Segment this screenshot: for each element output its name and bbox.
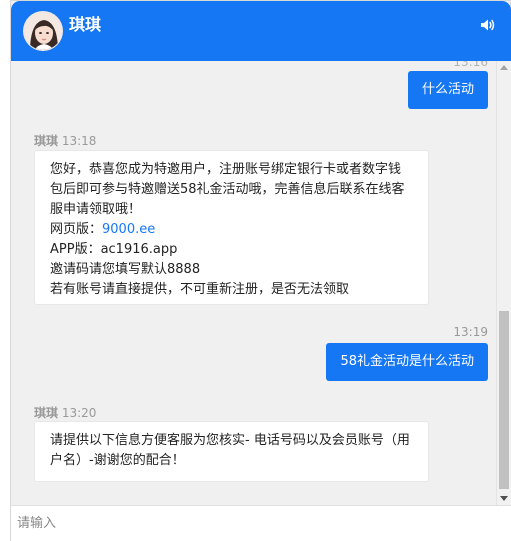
message-line: APP版：ac1916.app — [50, 242, 178, 257]
message-time: 13:19 — [453, 325, 488, 339]
incoming-message: 请提供以下信息方便客服为您核实- 电话号码以及会员账号（用 户名）-谢谢您的配合… — [34, 421, 429, 482]
outgoing-message: 58礼金活动是什么活动 — [326, 343, 488, 381]
message-line: 若有账号请直接提供，不可重新注册，是否无法领取 — [50, 282, 350, 297]
incoming-meta: 琪琪 13:18 — [34, 133, 96, 149]
message-line: 户名）-谢谢您的配合！ — [50, 453, 185, 468]
message-time: 13:20 — [61, 406, 97, 420]
scrollbar-thumb[interactable] — [499, 311, 509, 489]
contact-name: 琪琪 — [69, 15, 102, 34]
message-line-web: 网页版：9000.ee — [50, 220, 413, 240]
message-line: 服申请领取哦！ — [50, 202, 142, 217]
web-link[interactable]: 9000.ee — [102, 222, 155, 237]
sender-name: 琪琪 — [34, 406, 59, 420]
incoming-message: 您好，恭喜您成为特邀用户，注册账号绑定银行卡或者数字钱 包后即可参与特邀赠送58… — [34, 150, 429, 305]
avatar-image — [24, 12, 62, 50]
scrollbar[interactable] — [496, 61, 511, 505]
message-time: 13:18 — [61, 134, 97, 148]
sender-name: 琪琪 — [34, 134, 59, 148]
avatar[interactable] — [23, 11, 63, 51]
message-line: 您好，恭喜您成为特邀用户，注册账号绑定银行卡或者数字钱 — [50, 162, 402, 177]
message-line: 请提供以下信息方便客服为您核实- 电话号码以及会员账号（用 — [50, 433, 410, 448]
message-line: 包后即可参与特邀赠送58礼金活动哦，完善信息后联系在线客 — [50, 182, 405, 197]
incoming-meta: 琪琪 13:20 — [34, 405, 96, 421]
scroll-down-icon[interactable] — [500, 496, 508, 501]
message-line: 邀请码请您填写默认8888 — [50, 262, 201, 277]
speaker-icon[interactable] — [479, 16, 497, 34]
chat-header: 琪琪 — [11, 1, 511, 61]
message-list[interactable]: 13:16 什么活动 琪琪 13:18 您好，恭喜您成为特邀用户，注册账号绑定银… — [11, 61, 496, 505]
chat-window: 琪琪 13:16 什么活动 琪琪 13:18 您好，恭喜您成为特邀用户，注册账号… — [10, 0, 511, 541]
input-area — [11, 505, 511, 541]
message-time: 13:16 — [453, 61, 488, 69]
message-input[interactable] — [11, 506, 511, 541]
web-label: 网页版： — [50, 222, 103, 237]
scroll-up-icon[interactable] — [500, 65, 508, 70]
outgoing-message: 什么活动 — [407, 71, 488, 109]
